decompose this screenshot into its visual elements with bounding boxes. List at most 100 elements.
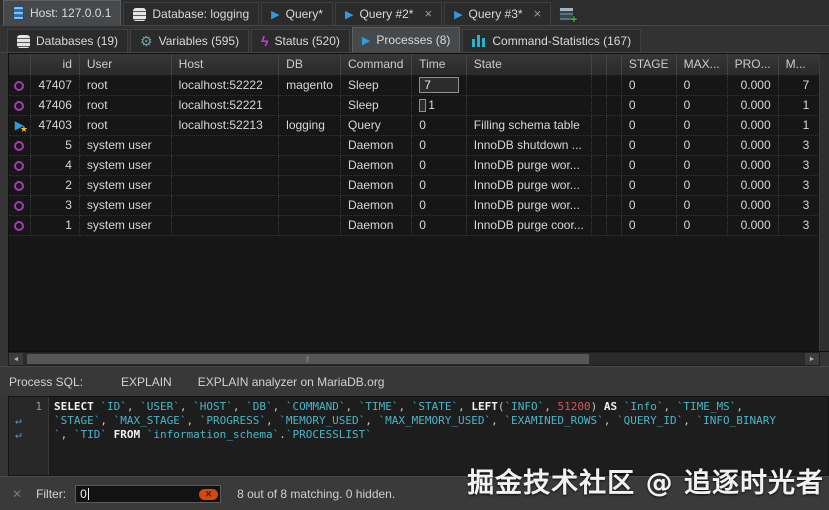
sub-tab-processes-8[interactable]: ▶ Processes (8): [352, 27, 461, 52]
process-row[interactable]: 47406rootlocalhost:52221Sleep1000.0001: [9, 95, 828, 115]
process-row[interactable]: 4system userDaemon0InnoDB purge wor...00…: [9, 155, 828, 175]
sql-token: ,: [266, 414, 279, 427]
sql-token: ,: [233, 400, 246, 413]
process-row[interactable]: ▶★47403rootlocalhost:52213loggingQuery0F…: [9, 115, 828, 135]
tab-label: Processes (8): [376, 33, 450, 47]
close-icon[interactable]: ×: [424, 9, 432, 19]
sql-token: `MAX_STAGE`: [114, 414, 187, 427]
cell-id: 47407: [30, 75, 79, 95]
cell-time: 0: [412, 215, 467, 235]
gutter-line: ↵: [9, 428, 48, 442]
process-row[interactable]: 47407rootlocalhost:52222magentoSleep7000…: [9, 75, 828, 95]
scroll-thumb[interactable]: ‖: [27, 354, 589, 364]
explain-analyzer-link[interactable]: EXPLAIN analyzer on MariaDB.org: [198, 375, 385, 389]
tab-label: Query #3*: [469, 7, 523, 21]
process-row[interactable]: 3system userDaemon0InnoDB purge wor...00…: [9, 195, 828, 215]
cell-stage: 0: [621, 95, 676, 115]
cell-user: system user: [79, 135, 171, 155]
app-window: Host: 127.0.0.1Database: logging▶Query*▶…: [0, 0, 829, 510]
cell-spacer1: [591, 95, 606, 115]
cell-spacer1: [591, 215, 606, 235]
cell-command: Query: [341, 115, 412, 135]
cell-max: 0: [676, 175, 727, 195]
main-tab-host-127-0-0-1[interactable]: Host: 127.0.0.1: [3, 0, 121, 25]
sub-tab-command-statistics-167[interactable]: Command-Statistics (167): [462, 29, 641, 52]
cell-state: Filling schema table: [466, 115, 591, 135]
filter-input[interactable]: 0 ✕: [75, 485, 221, 503]
cell-user: system user: [79, 175, 171, 195]
cell-spacer1: [591, 175, 606, 195]
filter-clear-button[interactable]: ✕: [199, 489, 218, 500]
gutter-line: 1: [9, 400, 48, 414]
sql-line-3: `, `TID` FROM `information_schema`.`PROC…: [54, 428, 828, 442]
cell-db: magento: [279, 75, 341, 95]
col-header-time[interactable]: Time: [412, 54, 467, 75]
sub-tab-databases-19[interactable]: Databases (19): [7, 29, 128, 52]
col-header-command[interactable]: Command: [341, 54, 412, 75]
sleep-process-icon: [14, 201, 24, 211]
cell-db: [279, 195, 341, 215]
main-tab-query-2[interactable]: ▶Query #2*×: [335, 2, 442, 25]
cell-spacer2: [606, 155, 621, 175]
close-icon[interactable]: ×: [534, 9, 542, 19]
scroll-left-button[interactable]: ◄: [9, 353, 23, 365]
col-header-stage[interactable]: STAGE: [621, 54, 676, 75]
process-row[interactable]: 2system userDaemon0InnoDB purge wor...00…: [9, 175, 828, 195]
cell-icon: [9, 175, 30, 195]
main-tab-bar: Host: 127.0.0.1Database: logging▶Query*▶…: [0, 0, 829, 26]
sub-tab-variables-595[interactable]: ⚙Variables (595): [130, 29, 249, 52]
time-cell-editor[interactable]: 7: [419, 77, 459, 93]
process-row[interactable]: 5system userDaemon0InnoDB shutdown ...00…: [9, 135, 828, 155]
process-row[interactable]: 1system userDaemon0InnoDB purge coor...0…: [9, 215, 828, 235]
sql-token: `ID`: [100, 400, 127, 413]
col-header-icon[interactable]: [9, 54, 30, 75]
add-query-tab-icon[interactable]: [559, 7, 574, 21]
play-icon: ▶: [362, 34, 370, 47]
sql-token: ,: [365, 414, 378, 427]
tab-label: Status (520): [275, 34, 340, 48]
col-header-user[interactable]: User: [79, 54, 171, 75]
col-header-spacer2[interactable]: [606, 54, 621, 75]
chart-icon: [472, 35, 486, 47]
scroll-track[interactable]: ‖: [23, 353, 805, 365]
play-icon: ▶: [345, 8, 353, 21]
horizontal-scrollbar[interactable]: ◄ ‖ ►: [8, 352, 820, 366]
cell-stage: 0: [621, 75, 676, 95]
cell-id: 47403: [30, 115, 79, 135]
cell-host: localhost:52221: [171, 95, 279, 115]
explain-link[interactable]: EXPLAIN: [121, 375, 172, 389]
cell-state: [466, 75, 591, 95]
cell-id: 1: [30, 215, 79, 235]
col-header-pro[interactable]: PRO...: [727, 54, 778, 75]
cell-time: 7: [412, 75, 467, 95]
main-tab-query-3[interactable]: ▶Query #3*×: [444, 2, 551, 25]
sql-token: AS: [604, 400, 624, 413]
col-header-spacer1[interactable]: [591, 54, 606, 75]
col-header-max[interactable]: MAX...: [676, 54, 727, 75]
cell-max: 0: [676, 215, 727, 235]
col-header-db[interactable]: DB: [279, 54, 341, 75]
sql-token: ,: [100, 414, 113, 427]
sleep-process-icon: [14, 181, 24, 191]
cell-stage: 0: [621, 115, 676, 135]
cell-icon: [9, 215, 30, 235]
col-header-state[interactable]: State: [466, 54, 591, 75]
filter-status-text: 8 out of 8 matching. 0 hidden.: [237, 487, 395, 501]
cell-stage: 0: [621, 175, 676, 195]
sub-tab-status-520[interactable]: ϟStatus (520): [251, 29, 350, 52]
sql-token: `TIME_MS`: [677, 400, 737, 413]
scroll-right-button[interactable]: ►: [805, 353, 819, 365]
col-header-host[interactable]: Host: [171, 54, 279, 75]
cell-db: [279, 215, 341, 235]
cell-db: [279, 135, 341, 155]
vertical-scrollbar[interactable]: [819, 54, 829, 351]
sql-token: SELECT: [54, 400, 100, 413]
clear-filter-icon[interactable]: ✕: [12, 487, 22, 501]
sql-token: `HOST`: [193, 400, 233, 413]
cell-pro: 0.000: [727, 75, 778, 95]
main-tab-query[interactable]: ▶Query*: [261, 2, 333, 25]
main-tab-database-logging[interactable]: Database: logging: [123, 2, 259, 25]
cell-spacer1: [591, 195, 606, 215]
cell-max: 0: [676, 95, 727, 115]
col-header-id[interactable]: id: [30, 54, 79, 75]
